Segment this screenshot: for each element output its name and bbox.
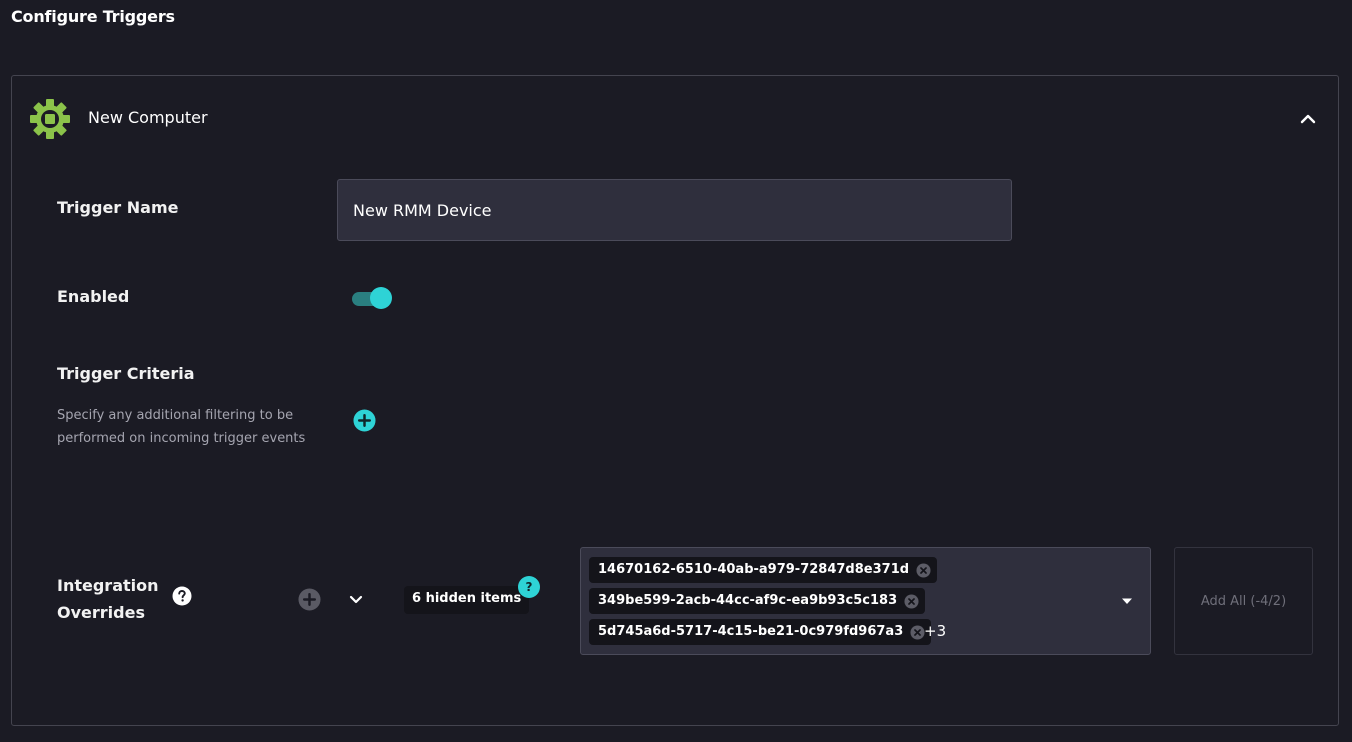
close-circle-icon[interactable] (904, 594, 919, 609)
dropdown-arrow-icon[interactable] (1120, 594, 1134, 608)
chevron-down-icon[interactable] (346, 589, 366, 609)
trigger-name-input[interactable] (337, 179, 1012, 241)
trigger-criteria-helper: Specify any additional filtering to be p… (57, 408, 306, 446)
enabled-label: Enabled (57, 287, 130, 306)
chevron-up-icon[interactable] (1296, 107, 1320, 131)
hidden-items-label: 6 hidden items (404, 586, 530, 614)
hidden-items-badge[interactable]: ? (518, 576, 540, 598)
close-circle-icon[interactable] (916, 563, 931, 578)
selected-chip: 349be599-2acb-44cc-af9c-ea9b93c5c183 (589, 588, 926, 614)
trigger-panel: New Computer Trigger Name Enabled Trigge… (11, 75, 1339, 726)
integration-overrides-text: Integration Overrides (57, 576, 159, 622)
page-title: Configure Triggers (11, 7, 175, 26)
trigger-panel-header[interactable]: New Computer (12, 76, 1338, 162)
close-circle-icon[interactable] (910, 625, 925, 640)
integration-overrides-label: Integration Overrides (57, 572, 159, 626)
trigger-name-label: Trigger Name (57, 198, 179, 217)
chip-label: 5d745a6d-5717-4c15-be21-0c979fd967a3 (598, 624, 904, 639)
trigger-criteria-label: Trigger Criteria (57, 364, 195, 383)
chip-label: 14670162-6510-40ab-a979-72847d8e371d (598, 562, 910, 577)
add-override-icon[interactable] (298, 588, 321, 611)
integration-multiselect[interactable]: 14670162-6510-40ab-a979-72847d8e371d 349… (580, 547, 1151, 655)
add-all-button[interactable]: Add All (-4/2) (1174, 547, 1313, 655)
more-selected-count: +3 (924, 622, 947, 640)
selected-chip: 14670162-6510-40ab-a979-72847d8e371d (589, 557, 938, 583)
trigger-panel-title: New Computer (88, 108, 208, 127)
question-circle-icon[interactable] (172, 586, 192, 606)
chip-label: 349be599-2acb-44cc-af9c-ea9b93c5c183 (598, 593, 898, 608)
toggle-knob (370, 287, 392, 309)
plus-circle-icon[interactable] (353, 409, 376, 432)
enabled-toggle[interactable] (350, 287, 394, 309)
selected-chip: 5d745a6d-5717-4c15-be21-0c979fd967a3 (589, 619, 932, 645)
gear-icon (30, 99, 70, 139)
